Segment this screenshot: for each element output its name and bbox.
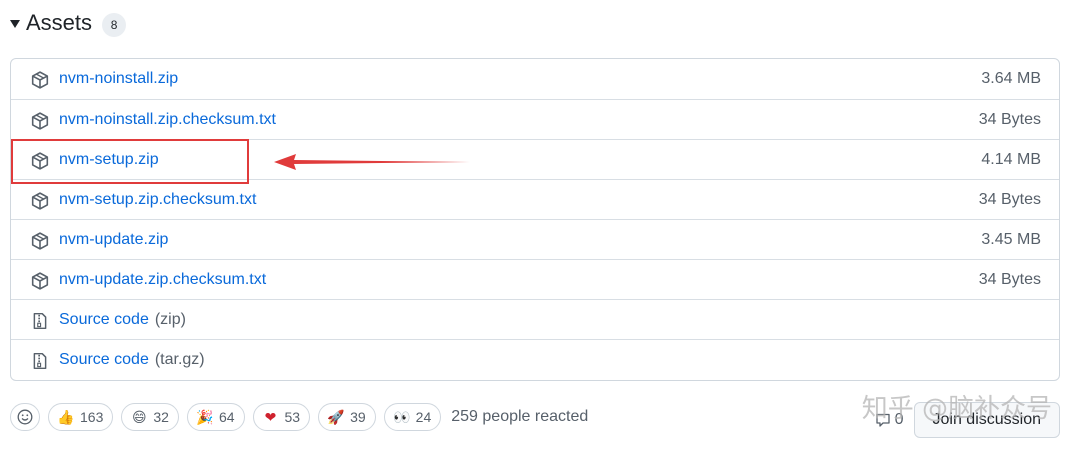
source-code-label: Source code — [59, 351, 149, 368]
laugh-icon: 😄 — [132, 408, 147, 425]
comment-icon — [875, 413, 890, 427]
reaction-heart[interactable]: ❤ 53 — [252, 403, 311, 431]
rocket-icon: 🚀 — [327, 408, 345, 425]
asset-size: 3.45 MB — [981, 231, 1041, 248]
caret-down-icon[interactable] — [10, 20, 20, 28]
asset-row: nvm-setup.zip.checksum.txt 34 Bytes — [11, 179, 1059, 219]
asset-link[interactable]: nvm-update.zip — [59, 231, 168, 249]
asset-row: nvm-noinstall.zip.checksum.txt 34 Bytes — [11, 99, 1059, 139]
asset-link[interactable]: nvm-noinstall.zip.checksum.txt — [59, 111, 276, 129]
comment-count[interactable]: 0 — [875, 411, 904, 429]
asset-size: 34 Bytes — [978, 111, 1041, 128]
reaction-hooray[interactable]: 🎉 64 — [186, 403, 245, 431]
add-reaction-button[interactable] — [10, 403, 40, 431]
assets-header[interactable]: Assets 8 — [10, 8, 127, 38]
join-discussion-button[interactable]: Join discussion — [913, 402, 1060, 438]
asset-row: Source code (tar.gz) — [11, 339, 1059, 379]
heart-icon: ❤ — [264, 408, 277, 425]
discussion-area: 0 Join discussion — [875, 402, 1060, 438]
asset-row: nvm-noinstall.zip 3.64 MB — [11, 59, 1059, 99]
asset-size: 4.14 MB — [981, 151, 1041, 168]
reaction-count: 53 — [284, 409, 301, 425]
reaction-thumbs-up[interactable]: 👍 163 — [48, 403, 114, 431]
reaction-rocket[interactable]: 🚀 39 — [318, 403, 376, 431]
source-code-format: (tar.gz) — [154, 351, 205, 368]
smiley-icon — [17, 409, 33, 425]
package-icon — [31, 232, 49, 250]
reacted-summary: 259 people reacted — [451, 408, 589, 425]
reaction-count: 32 — [153, 409, 169, 425]
assets-count-badge: 8 — [102, 12, 127, 37]
package-icon — [31, 192, 49, 210]
reactions-bar: 👍 163 😄 32 🎉 64 ❤ 53 🚀 39 👀 24 259 peopl… — [10, 402, 588, 432]
asset-size: 34 Bytes — [978, 271, 1041, 288]
asset-link[interactable]: Source code (tar.gz) — [59, 351, 205, 369]
file-zip-icon — [33, 352, 47, 370]
assets-title: Assets — [26, 10, 93, 35]
asset-row: Source code (zip) — [11, 299, 1059, 339]
reaction-eyes[interactable]: 👀 24 — [383, 403, 442, 431]
comment-count-value: 0 — [894, 411, 904, 428]
tada-icon: 🎉 — [196, 408, 214, 425]
asset-link[interactable]: nvm-noinstall.zip — [59, 70, 178, 88]
reaction-count: 39 — [350, 409, 366, 425]
reaction-laugh[interactable]: 😄 32 — [121, 403, 179, 431]
asset-link[interactable]: Source code (zip) — [59, 311, 186, 329]
highlight-annotation-box — [11, 139, 249, 184]
asset-size: 3.64 MB — [981, 70, 1041, 87]
annotation-arrow — [274, 154, 470, 170]
asset-link[interactable]: nvm-setup.zip.checksum.txt — [59, 191, 256, 209]
thumbs-up-icon: 👍 — [57, 408, 75, 425]
assets-list: nvm-noinstall.zip 3.64 MB nvm-noinstall.… — [10, 58, 1060, 381]
package-icon — [31, 112, 49, 130]
asset-link[interactable]: nvm-update.zip.checksum.txt — [59, 271, 266, 289]
eyes-icon: 👀 — [392, 408, 411, 425]
source-code-label: Source code — [59, 311, 149, 328]
package-icon — [31, 71, 49, 89]
asset-row: nvm-update.zip 3.45 MB — [11, 219, 1059, 259]
reaction-count: 64 — [218, 409, 235, 425]
package-icon — [31, 272, 49, 290]
reaction-count: 163 — [80, 409, 104, 425]
asset-row: nvm-update.zip.checksum.txt 34 Bytes — [11, 259, 1059, 299]
reaction-count: 24 — [415, 409, 432, 425]
asset-size: 34 Bytes — [978, 191, 1041, 208]
source-code-format: (zip) — [154, 311, 186, 328]
file-zip-icon — [33, 312, 47, 330]
